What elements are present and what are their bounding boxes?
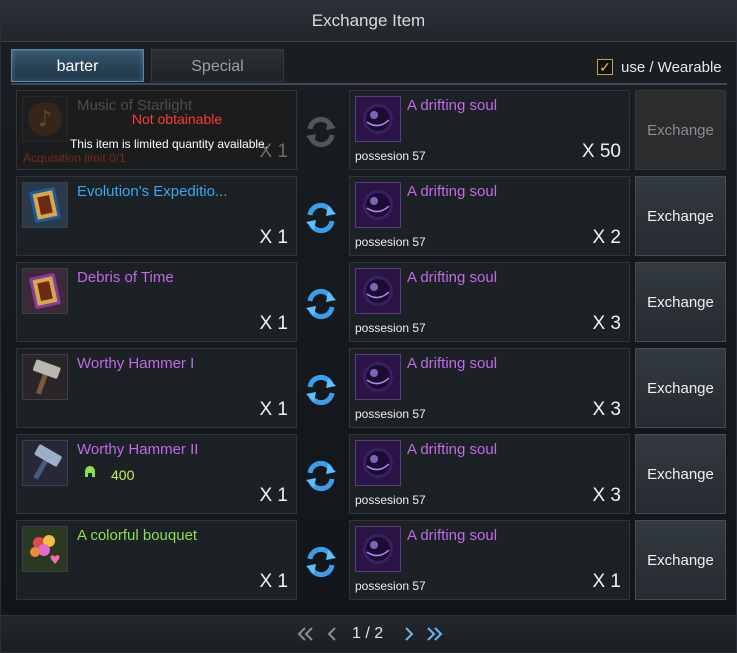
give-item-slot[interactable]: Evolution's Expeditio... X 1 [16,176,297,256]
possession-count: possesion 57 [355,493,426,507]
receive-item-slot[interactable]: A drifting soul possesion 57 X 50 [349,90,630,170]
first-page-icon[interactable] [297,625,315,643]
tab-divider [11,83,727,85]
receive-item-qty: X 3 [592,485,621,506]
give-item-slot[interactable]: Worthy Hammer II 400 X 1 [16,434,297,514]
exchange-arrows-icon [301,112,341,152]
give-item-qty: X 1 [259,399,288,420]
exchange-row: Debris of Time X 1 A drifting soul posse… [11,262,727,343]
exchange-window: Exchange Item barter Special ✓ use / Wea… [0,0,737,653]
receive-item-name: A drifting soul [407,441,498,458]
give-item-slot[interactable]: Worthy Hammer I X 1 [16,348,297,428]
give-item-name: Worthy Hammer I [77,355,195,372]
last-page-icon[interactable] [425,625,443,643]
give-item-name: Worthy Hammer II [77,441,199,458]
exchange-arrows-icon [301,198,341,238]
receive-item-qty: X 3 [592,399,621,420]
possession-count: possesion 57 [355,321,426,335]
give-item-qty: X 1 [259,571,288,592]
possession-count: possesion 57 [355,149,426,163]
receive-item-qty: X 3 [592,313,621,334]
receive-item-slot[interactable]: A drifting soul possesion 57 X 3 [349,348,630,428]
exchange-row: Worthy Hammer I X 1 A drifting soul poss… [11,348,727,429]
receive-item-name: A drifting soul [407,355,498,372]
give-item-qty: X 1 [259,227,288,248]
exchange-row: ♪ Music of Starlight Acquisition limit 0… [11,90,727,171]
receive-item-qty: X 1 [592,571,621,592]
exchange-button[interactable]: Exchange [635,434,726,514]
receive-item-name: A drifting soul [407,269,498,286]
give-item-name: Evolution's Expeditio... [77,183,228,200]
drifting-soul-icon [355,440,401,486]
tab-special[interactable]: Special [151,49,284,82]
acquisition-limit-text: Acquisition limit 0/1 [23,151,126,165]
filter-label: use / Wearable [621,58,722,76]
window-title: Exchange Item [1,1,736,42]
receive-item-slot[interactable]: A drifting soul possesion 57 X 1 [349,520,630,600]
drifting-soul-icon [355,182,401,228]
hammer-icon [22,440,68,486]
checkbox-checked-icon[interactable]: ✓ [597,59,613,75]
exchange-button[interactable]: Exchange [635,262,726,342]
page-indicator: 1 / 2 [352,625,384,642]
possession-count: possesion 57 [355,579,426,593]
prev-page-icon[interactable] [323,625,341,643]
limited-quantity-note: This item is limited quantity available. [69,137,269,151]
svg-text:♪: ♪ [38,107,52,132]
give-item-slot[interactable]: Debris of Time X 1 [16,262,297,342]
exchange-row: Worthy Hammer II 400 X 1 A drifting soul… [11,434,727,515]
card-icon [22,182,68,228]
receive-item-name: A drifting soul [407,183,498,200]
possession-count: possesion 57 [355,235,426,249]
possession-count: possesion 57 [355,407,426,421]
receive-item-qty: X 50 [581,141,621,162]
give-item-name: Debris of Time [77,269,174,286]
exchange-button[interactable]: Exchange [635,90,726,170]
requirement-value: 400 [111,466,135,483]
exchange-button[interactable]: Exchange [635,520,726,600]
give-item-slot[interactable]: ♪ Music of Starlight Acquisition limit 0… [16,90,297,170]
give-item-qty: X 1 [259,313,288,334]
exchange-row: A colorful bouquet X 1 A drifting soul p… [11,520,727,601]
receive-item-slot[interactable]: A drifting soul possesion 57 X 3 [349,262,630,342]
exchange-arrows-icon [301,456,341,496]
next-page-icon[interactable] [400,625,418,643]
exchange-arrows-icon [301,370,341,410]
requirement-row: 400 [83,465,134,484]
exchange-arrows-icon [301,542,341,582]
receive-item-slot[interactable]: A drifting soul possesion 57 X 3 [349,434,630,514]
exchange-arrows-icon [301,284,341,324]
tab-barter[interactable]: barter [11,49,144,82]
drifting-soul-icon [355,96,401,142]
bouquet-icon [22,526,68,572]
drifting-soul-icon [355,526,401,572]
not-obtainable-label: Not obtainable [131,111,223,127]
receive-item-slot[interactable]: A drifting soul possesion 57 X 2 [349,176,630,256]
give-item-name: A colorful bouquet [77,527,198,544]
give-item-qty: X 1 [259,485,288,506]
exchange-button[interactable]: Exchange [635,348,726,428]
music-note-icon: ♪ [22,96,68,142]
helmet-icon [83,465,97,484]
receive-item-name: A drifting soul [407,527,498,544]
card-icon [22,268,68,314]
drifting-soul-icon [355,354,401,400]
exchange-row: Evolution's Expeditio... X 1 A drifting … [11,176,727,257]
receive-item-qty: X 2 [592,227,621,248]
pagination-bar: 1 / 2 [1,615,736,652]
exchange-button[interactable]: Exchange [635,176,726,256]
use-wearable-filter[interactable]: ✓ use / Wearable [597,57,722,77]
receive-item-name: A drifting soul [407,97,498,114]
drifting-soul-icon [355,268,401,314]
give-item-slot[interactable]: A colorful bouquet X 1 [16,520,297,600]
hammer-icon [22,354,68,400]
